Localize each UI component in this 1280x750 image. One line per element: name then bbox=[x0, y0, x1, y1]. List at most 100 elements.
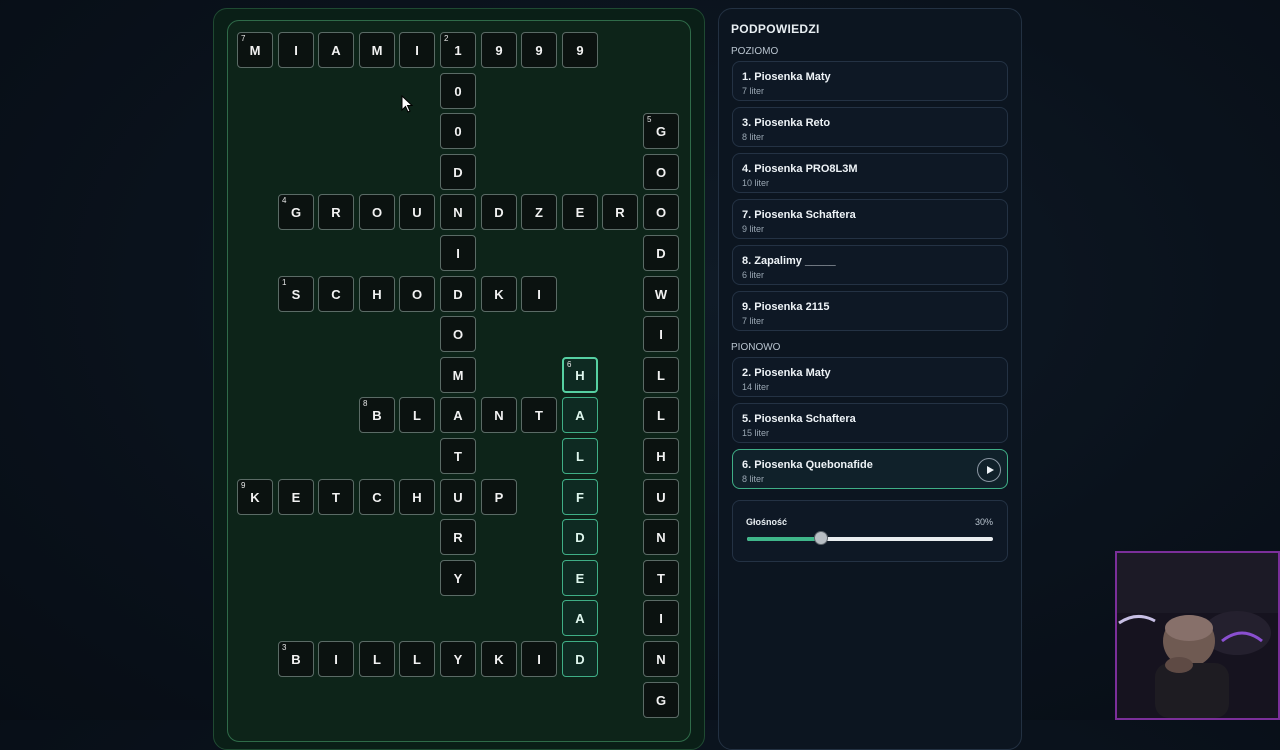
crossword-cell[interactable]: O bbox=[399, 276, 435, 312]
crossword-cell[interactable]: A bbox=[562, 600, 598, 636]
crossword-cell[interactable]: E bbox=[562, 560, 598, 596]
crossword-cell[interactable]: T bbox=[643, 560, 679, 596]
crossword-cell[interactable]: E bbox=[278, 479, 314, 515]
crossword-cell[interactable]: Z bbox=[521, 194, 557, 230]
volume-knob[interactable] bbox=[813, 531, 828, 545]
clue-across-4[interactable]: 4. Piosenka PRO8L3M 10 liter bbox=[732, 153, 1008, 193]
crossword-cell[interactable]: Y bbox=[440, 641, 476, 677]
crossword-cell[interactable]: K bbox=[481, 641, 517, 677]
crossword-cell[interactable]: I bbox=[440, 235, 476, 271]
crossword-cell[interactable]: U bbox=[643, 479, 679, 515]
crossword-cell[interactable]: H bbox=[399, 479, 435, 515]
crossword-cell[interactable]: N bbox=[643, 641, 679, 677]
crossword-cell[interactable]: T bbox=[521, 397, 557, 433]
cell-letter: R bbox=[453, 529, 463, 545]
crossword-cell[interactable]: M bbox=[359, 32, 395, 68]
webcam-overlay bbox=[1115, 551, 1280, 720]
crossword-cell[interactable]: L bbox=[359, 641, 395, 677]
crossword-cell[interactable]: U bbox=[399, 194, 435, 230]
crossword-cell[interactable]: 4G bbox=[278, 194, 314, 230]
cell-letter: O bbox=[371, 204, 383, 220]
crossword-cell[interactable]: I bbox=[399, 32, 435, 68]
crossword-cell[interactable]: 21 bbox=[440, 32, 476, 68]
crossword-cell[interactable]: 3B bbox=[278, 641, 314, 677]
crossword-cell[interactable]: L bbox=[643, 397, 679, 433]
crossword-cell[interactable]: M bbox=[440, 357, 476, 393]
crossword-cell[interactable]: 9K bbox=[237, 479, 273, 515]
clue-down-5[interactable]: 5. Piosenka Schaftera 15 liter bbox=[732, 403, 1008, 443]
cell-letter: 9 bbox=[495, 42, 503, 58]
crossword-cell[interactable]: N bbox=[481, 397, 517, 433]
crossword-cell[interactable]: 1S bbox=[278, 276, 314, 312]
crossword-cell[interactable]: N bbox=[440, 194, 476, 230]
crossword-cell[interactable]: D bbox=[562, 641, 598, 677]
clue-across-7[interactable]: 7. Piosenka Schaftera 9 liter bbox=[732, 199, 1008, 239]
crossword-cell[interactable]: W bbox=[643, 276, 679, 312]
crossword-cell[interactable]: Y bbox=[440, 560, 476, 596]
crossword-cell[interactable]: 0 bbox=[440, 73, 476, 109]
crossword-cell[interactable]: 9 bbox=[562, 32, 598, 68]
crossword-cell[interactable]: I bbox=[278, 32, 314, 68]
crossword-cell[interactable]: L bbox=[399, 397, 435, 433]
crossword-cell[interactable]: 9 bbox=[521, 32, 557, 68]
crossword-cell[interactable]: O bbox=[359, 194, 395, 230]
clue-across-3[interactable]: 3. Piosenka Reto 8 liter bbox=[732, 107, 1008, 147]
crossword-cell[interactable]: H bbox=[359, 276, 395, 312]
cell-letter: I bbox=[659, 326, 663, 342]
crossword-cell[interactable]: D bbox=[440, 276, 476, 312]
crossword-cell[interactable]: L bbox=[399, 641, 435, 677]
crossword-cell[interactable]: C bbox=[318, 276, 354, 312]
crossword-cell[interactable]: C bbox=[359, 479, 395, 515]
crossword-cell[interactable]: D bbox=[481, 194, 517, 230]
crossword-cell[interactable]: D bbox=[643, 235, 679, 271]
crossword-cell[interactable]: O bbox=[440, 316, 476, 352]
crossword-cell[interactable]: I bbox=[521, 276, 557, 312]
crossword-cell[interactable]: P bbox=[481, 479, 517, 515]
crossword-cell[interactable]: R bbox=[318, 194, 354, 230]
cell-letter: Y bbox=[453, 570, 463, 586]
crossword-cell[interactable]: I bbox=[643, 316, 679, 352]
crossword-cell[interactable]: O bbox=[643, 154, 679, 190]
crossword-cell[interactable]: T bbox=[440, 438, 476, 474]
crossword-cell[interactable]: 0 bbox=[440, 113, 476, 149]
crossword-cell[interactable]: 6H bbox=[562, 357, 598, 393]
crossword-cell[interactable]: A bbox=[318, 32, 354, 68]
crossword-cell[interactable]: O bbox=[643, 194, 679, 230]
crossword-cell[interactable]: 8B bbox=[359, 397, 395, 433]
crossword-cell[interactable]: L bbox=[643, 357, 679, 393]
volume-slider[interactable] bbox=[747, 531, 993, 545]
cell-letter: K bbox=[250, 489, 260, 505]
crossword-cell[interactable]: D bbox=[562, 519, 598, 555]
crossword-cell[interactable]: K bbox=[481, 276, 517, 312]
crossword-cell[interactable]: I bbox=[643, 600, 679, 636]
cell-letter: N bbox=[453, 204, 463, 220]
crossword-cell[interactable]: I bbox=[318, 641, 354, 677]
crossword-cell[interactable]: L bbox=[562, 438, 598, 474]
crossword-cell[interactable]: G bbox=[643, 682, 679, 718]
crossword-cell[interactable]: N bbox=[643, 519, 679, 555]
crossword-cell[interactable]: A bbox=[440, 397, 476, 433]
clue-across-1[interactable]: 1. Piosenka Maty 7 liter bbox=[732, 61, 1008, 101]
crossword-cell[interactable]: R bbox=[602, 194, 638, 230]
crossword-cell[interactable]: H bbox=[643, 438, 679, 474]
clue-across-8[interactable]: 8. Zapalimy _____ 6 liter bbox=[732, 245, 1008, 285]
crossword-cell[interactable]: A bbox=[562, 397, 598, 433]
crossword-cell[interactable]: R bbox=[440, 519, 476, 555]
cell-letter: D bbox=[494, 204, 504, 220]
cell-number: 5 bbox=[647, 115, 652, 124]
cell-letter: 9 bbox=[576, 42, 584, 58]
play-button[interactable] bbox=[977, 458, 1001, 482]
crossword-cell[interactable]: E bbox=[562, 194, 598, 230]
clue-across-9[interactable]: 9. Piosenka 2115 7 liter bbox=[732, 291, 1008, 331]
crossword-cell[interactable]: D bbox=[440, 154, 476, 190]
crossword-cell[interactable]: I bbox=[521, 641, 557, 677]
crossword-cell[interactable]: U bbox=[440, 479, 476, 515]
crossword-cell[interactable]: 5G bbox=[643, 113, 679, 149]
clue-down-2[interactable]: 2. Piosenka Maty 14 liter bbox=[732, 357, 1008, 397]
crossword-cell[interactable]: T bbox=[318, 479, 354, 515]
cell-letter: U bbox=[412, 204, 422, 220]
clue-down-6[interactable]: 6. Piosenka Quebonafide 8 liter bbox=[732, 449, 1008, 489]
crossword-cell[interactable]: 9 bbox=[481, 32, 517, 68]
crossword-cell[interactable]: F bbox=[562, 479, 598, 515]
crossword-cell[interactable]: 7M bbox=[237, 32, 273, 68]
